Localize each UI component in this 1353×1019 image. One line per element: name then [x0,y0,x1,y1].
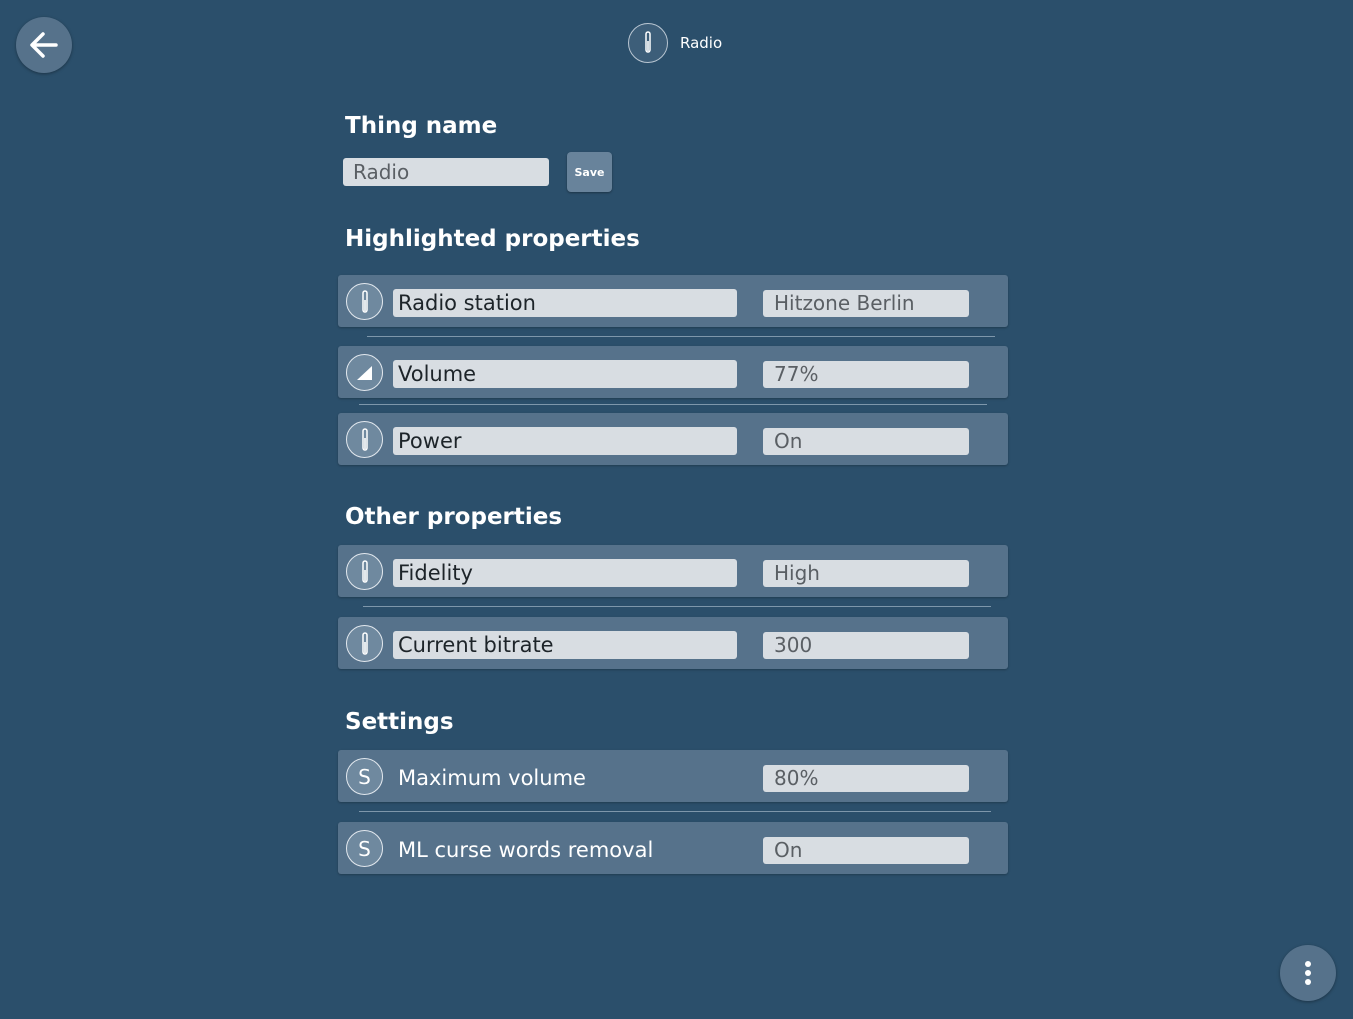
vertical-dots-icon [1305,961,1311,985]
arrow-left-icon [30,32,58,58]
save-button[interactable]: Save [567,152,612,192]
back-button[interactable] [16,17,72,73]
setting-label: ML curse words removal [398,838,654,862]
setting-s-icon[interactable]: S [346,830,383,867]
setting-s-icon[interactable]: S [346,758,383,795]
property-row-radio-station: Radio station Hitzone Berlin [338,275,1008,327]
property-value[interactable]: 300 [763,632,969,659]
property-label: Radio station [393,289,737,317]
thing-name-heading: Thing name [345,113,498,139]
more-options-button[interactable] [1280,945,1336,1001]
property-row-current-bitrate: Current bitrate 300 [338,617,1008,669]
setting-icon-letter: S [358,764,371,789]
property-value[interactable]: 77% [763,361,969,388]
property-value[interactable]: On [763,428,969,455]
divider [359,811,991,812]
property-row-volume: Volume 77% [338,346,1008,398]
property-label: Current bitrate [393,631,737,659]
thermometer-icon[interactable] [346,421,383,458]
settings-heading: Settings [345,709,454,735]
thing-header: Radio [628,22,722,64]
thing-name-input[interactable] [343,158,549,186]
other-properties-heading: Other properties [345,504,563,530]
page-title: Radio [680,34,723,52]
setting-icon-letter: S [358,836,371,861]
setting-label: Maximum volume [398,766,586,790]
divider [363,606,991,607]
setting-row-ml-curse-words-removal: S ML curse words removal On [338,822,1008,874]
property-label: Volume [393,360,737,388]
thermometer-icon[interactable] [346,283,383,320]
divider [359,404,987,405]
thermometer-icon[interactable] [346,625,383,662]
highlighted-properties-heading: Highlighted properties [345,226,640,252]
thermometer-icon[interactable] [346,553,383,590]
property-row-power: Power On [338,413,1008,465]
setting-value[interactable]: On [763,837,969,864]
property-row-fidelity: Fidelity High [338,545,1008,597]
property-value[interactable]: Hitzone Berlin [763,290,969,317]
setting-value[interactable]: 80% [763,765,969,792]
divider [367,336,995,337]
property-value[interactable]: High [763,560,969,587]
volume-ramp-icon[interactable] [346,354,383,391]
thermometer-icon[interactable] [628,23,668,63]
property-label: Power [393,427,737,455]
property-label: Fidelity [393,559,737,587]
setting-row-maximum-volume: S Maximum volume 80% [338,750,1008,802]
